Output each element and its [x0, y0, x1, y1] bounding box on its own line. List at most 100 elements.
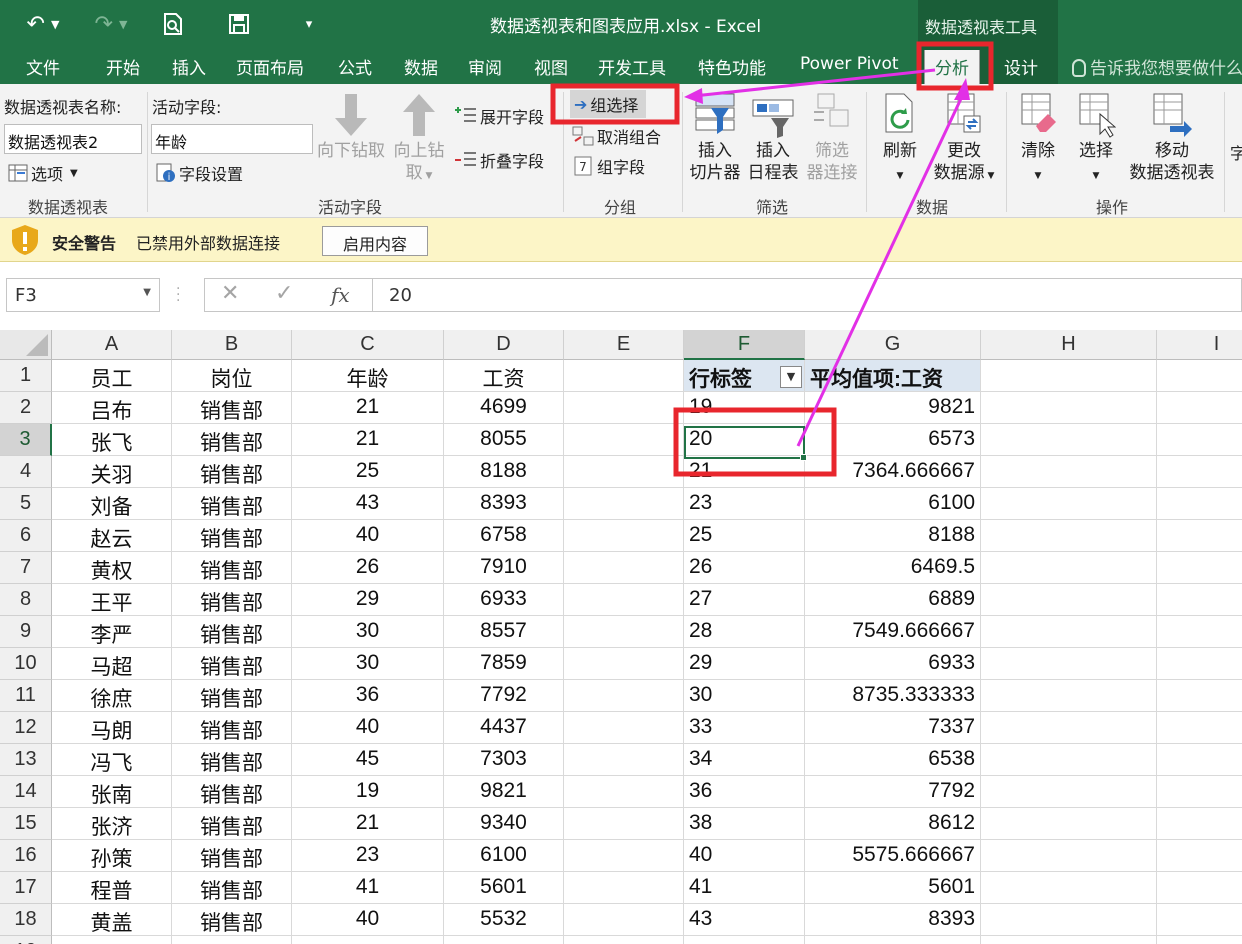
row-header[interactable]: 6	[0, 520, 52, 552]
tab-file[interactable]: 文件	[26, 54, 60, 79]
row-header[interactable]: 2	[0, 392, 52, 424]
row-header[interactable]: 18	[0, 904, 52, 936]
ungroup-button[interactable]: 取消组合	[572, 124, 661, 148]
column-header-i[interactable]: I	[1157, 330, 1242, 360]
pivot-value[interactable]: 8612	[805, 808, 981, 840]
chevron-down-icon[interactable]: ▼	[143, 287, 151, 298]
cell[interactable]	[564, 616, 684, 648]
tab-power-pivot[interactable]: Power Pivot	[800, 54, 899, 74]
cell[interactable]: 员工	[52, 360, 172, 392]
cell[interactable]	[1157, 392, 1242, 424]
customize-qat-button[interactable]: ▾	[296, 8, 322, 40]
cell[interactable]: 45	[292, 744, 444, 776]
cell[interactable]: 销售部	[172, 872, 292, 904]
field-settings-button[interactable]: i 字段设置	[156, 161, 243, 185]
cell[interactable]	[981, 424, 1157, 456]
pivot-row-label[interactable]: 33	[684, 712, 805, 744]
clear-button[interactable]: 清除 ▼	[1012, 92, 1064, 187]
cell[interactable]	[1157, 904, 1242, 936]
tab-home[interactable]: 开始	[106, 54, 140, 79]
pivot-value[interactable]: 5601	[805, 872, 981, 904]
cell[interactable]: 销售部	[172, 776, 292, 808]
cell[interactable]	[564, 712, 684, 744]
cell[interactable]	[1157, 424, 1242, 456]
expand-field-button[interactable]: 展开字段	[453, 104, 544, 128]
row-header[interactable]: 10	[0, 648, 52, 680]
print-preview-button[interactable]	[156, 8, 190, 40]
cell[interactable]	[981, 712, 1157, 744]
pivot-row-label[interactable]: 27	[684, 584, 805, 616]
cell[interactable]: 36	[292, 680, 444, 712]
cell[interactable]	[981, 680, 1157, 712]
group-field-button[interactable]: 7 组字段	[572, 154, 645, 178]
group-selection-button[interactable]: ➔ 组选择	[570, 90, 647, 118]
cell[interactable]	[564, 840, 684, 872]
name-box[interactable]: F3 ▼	[6, 278, 160, 312]
cell[interactable]	[981, 552, 1157, 584]
enable-content-button[interactable]: 启用内容	[322, 226, 428, 256]
cell[interactable]: 销售部	[172, 840, 292, 872]
active-field-input[interactable]: 年龄	[151, 124, 313, 154]
cell[interactable]	[981, 648, 1157, 680]
cell[interactable]: 7303	[444, 744, 564, 776]
pivot-value-header[interactable]: 平均值项:工资	[805, 360, 981, 392]
cell[interactable]	[981, 904, 1157, 936]
collapse-field-button[interactable]: 折叠字段	[453, 148, 544, 172]
column-header-a[interactable]: A	[52, 330, 172, 360]
cell[interactable]: 销售部	[172, 456, 292, 488]
refresh-button[interactable]: 刷新 ▼	[872, 92, 928, 187]
cell[interactable]: 黄权	[52, 552, 172, 584]
pivot-row-label[interactable]: 29	[684, 648, 805, 680]
cell[interactable]: 30	[292, 648, 444, 680]
cell[interactable]	[981, 808, 1157, 840]
cell[interactable]: 销售部	[172, 744, 292, 776]
pivot-row-label[interactable]: 28	[684, 616, 805, 648]
cell[interactable]: 21	[292, 392, 444, 424]
pivot-row-label[interactable]: 38	[684, 808, 805, 840]
cell[interactable]: 销售部	[172, 712, 292, 744]
insert-function-icon[interactable]: fx	[331, 283, 350, 307]
pivot-value[interactable]: 8188	[805, 520, 981, 552]
cell[interactable]: 年龄	[292, 360, 444, 392]
ribbon-overflow-label[interactable]: 字	[1230, 140, 1242, 164]
insert-slicer-button[interactable]: 插入 切片器	[686, 92, 744, 184]
cell[interactable]: 7859	[444, 648, 564, 680]
tab-formulas[interactable]: 公式	[338, 54, 372, 79]
cell[interactable]: 销售部	[172, 616, 292, 648]
filter-connections-button[interactable]: 筛选 器连接	[802, 92, 862, 184]
cell[interactable]: 7910	[444, 552, 564, 584]
cell[interactable]: 张飞	[52, 424, 172, 456]
pivot-value[interactable]: 6573	[805, 424, 981, 456]
pivot-value[interactable]: 7337	[805, 712, 981, 744]
cell[interactable]	[1157, 744, 1242, 776]
cell[interactable]: 8055	[444, 424, 564, 456]
row-header[interactable]: 7	[0, 552, 52, 584]
select-all-corner[interactable]	[0, 330, 52, 360]
cell[interactable]: 关羽	[52, 456, 172, 488]
cell[interactable]	[1157, 808, 1242, 840]
cell[interactable]: 6933	[444, 584, 564, 616]
cell[interactable]	[1157, 520, 1242, 552]
cell[interactable]: 40	[292, 520, 444, 552]
cell[interactable]: 21	[292, 424, 444, 456]
row-header[interactable]: 17	[0, 872, 52, 904]
pivot-row-label[interactable]: 26	[684, 552, 805, 584]
cell[interactable]	[1157, 776, 1242, 808]
cell[interactable]	[564, 456, 684, 488]
tab-insert[interactable]: 插入	[172, 54, 206, 79]
cell[interactable]	[1157, 936, 1242, 944]
cell[interactable]: 5601	[444, 872, 564, 904]
cell[interactable]	[981, 872, 1157, 904]
pivot-row-label[interactable]: 23	[684, 488, 805, 520]
cell[interactable]: 销售部	[172, 680, 292, 712]
cell[interactable]: 张南	[52, 776, 172, 808]
cell[interactable]: 6100	[444, 840, 564, 872]
cell[interactable]	[981, 584, 1157, 616]
tab-special-features[interactable]: 特色功能	[698, 54, 766, 79]
cell[interactable]	[981, 488, 1157, 520]
pivot-row-label[interactable]: 25	[684, 520, 805, 552]
move-pivot-button[interactable]: 移动 数据透视表	[1124, 92, 1220, 184]
cell[interactable]	[981, 936, 1157, 944]
cell[interactable]: 吕布	[52, 392, 172, 424]
row-label-filter-button[interactable]: ▼	[780, 366, 802, 388]
